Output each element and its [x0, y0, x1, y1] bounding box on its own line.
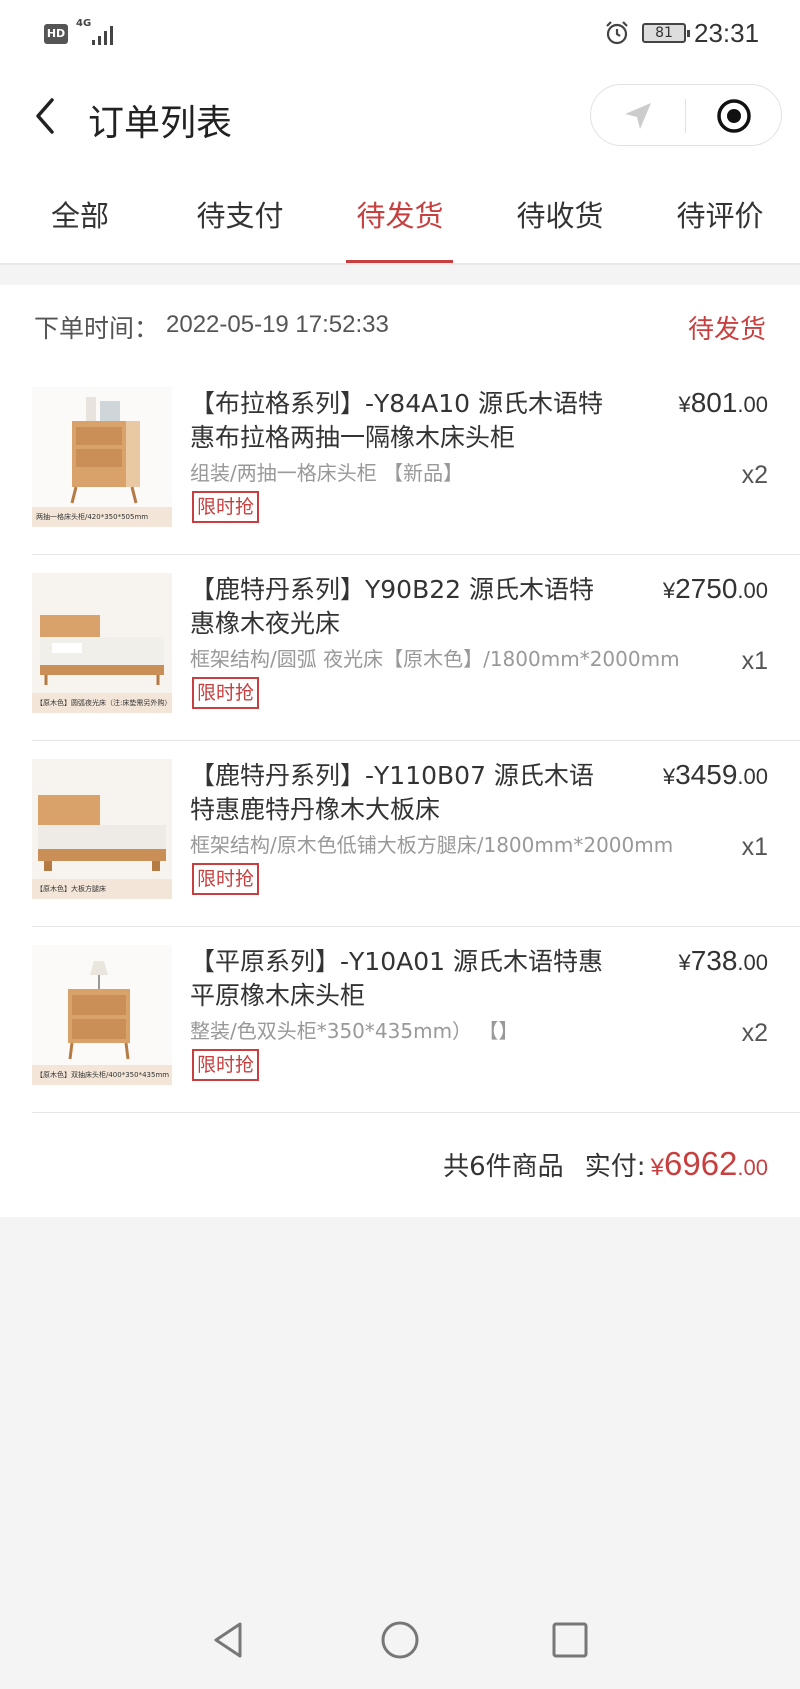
product-image: 【原木色】双抽床头柜/400*350*435mm — [32, 945, 172, 1085]
flash-sale-tag: 限时抢 — [192, 491, 260, 523]
order-time-label: 下单时间： — [34, 314, 160, 343]
alarm-icon — [606, 21, 628, 45]
item-title: 【平原系列】-Y10A01 源氏木语特惠平原橡木床头柜 — [190, 947, 603, 1010]
item-count: 共6件商品 — [443, 1152, 564, 1182]
network-type: 4G — [76, 18, 92, 29]
flash-sale-tag: 限时抢 — [192, 863, 260, 895]
capsule-divider — [685, 99, 686, 133]
product-image: 【原木色】圆弧夜光床（注:床垫需另外购） — [32, 573, 172, 713]
thumb-caption: 【原木色】圆弧夜光床（注:床垫需另外购） — [32, 693, 172, 713]
order-status: 待发货 — [687, 315, 766, 345]
tab-pending-review[interactable]: 待评价 — [655, 193, 785, 235]
tab-all[interactable]: 全部 — [15, 193, 145, 235]
nav-home-circle-icon[interactable] — [378, 1618, 422, 1662]
item-price: ¥801.00 — [678, 387, 768, 418]
item-spec: 组装/两抽一格床头柜 【新品】 — [190, 461, 464, 485]
status-bar: HD 4G 81 23:31 — [0, 0, 800, 70]
paid-label: 实付: — [584, 1152, 646, 1182]
item-spec: 框架结构/圆弧 夜光床【原木色】/1800mm*2000mm — [190, 647, 680, 671]
total-price: ¥6962.00 — [650, 1145, 768, 1182]
system-navigation-bar — [0, 1600, 800, 1689]
cellular-signal-icon: 4G — [76, 18, 116, 46]
item-quantity: x2 — [741, 461, 768, 489]
nav-header: 订单列表 — [0, 70, 800, 165]
item-title: 【布拉格系列】-Y84A10 源氏木语特惠布拉格两抽一隔橡木床头柜 — [190, 389, 603, 452]
order-item[interactable]: 【原木色】大板方腿床 【鹿特丹系列】-Y110B07 源氏木语特惠鹿特丹橡木大板… — [32, 741, 800, 927]
item-quantity: x1 — [741, 833, 768, 861]
order-item[interactable]: 【原木色】圆弧夜光床（注:床垫需另外购） 【鹿特丹系列】Y90B22 源氏木语特… — [32, 555, 800, 741]
order-summary: 共6件商品 实付: ¥6962.00 — [443, 1145, 768, 1183]
thumb-caption: 【原木色】双抽床头柜/400*350*435mm — [32, 1065, 172, 1085]
product-image: 【原木色】大板方腿床 — [32, 759, 172, 899]
close-target-icon[interactable] — [715, 97, 753, 135]
clock: 23:31 — [694, 18, 760, 48]
item-quantity: x2 — [741, 1019, 768, 1047]
tab-pending-shipment[interactable]: 待发货 — [335, 193, 465, 235]
nav-recents-square-icon[interactable] — [548, 1618, 592, 1662]
item-spec: 整装/色双头柜*350*435mm） 【】 — [190, 1019, 519, 1043]
order-status-tabs: 全部 待支付 待发货 待收货 待评价 — [0, 165, 800, 265]
active-tab-indicator — [346, 260, 453, 263]
flash-sale-tag: 限时抢 — [192, 1049, 260, 1081]
tab-pending-payment[interactable]: 待支付 — [175, 193, 305, 235]
item-quantity: x1 — [741, 647, 768, 675]
flash-sale-tag: 限时抢 — [192, 677, 260, 709]
thumb-caption: 两抽一格床头柜/420*350*505mm — [32, 507, 172, 527]
product-image: 两抽一格床头柜/420*350*505mm — [32, 387, 172, 527]
item-price: ¥3459.00 — [662, 759, 768, 790]
back-arrow-icon[interactable] — [30, 94, 60, 138]
item-price: ¥738.00 — [678, 945, 768, 976]
item-price: ¥2750.00 — [662, 573, 768, 604]
thumb-caption: 【原木色】大板方腿床 — [32, 879, 172, 899]
item-title: 【鹿特丹系列】Y90B22 源氏木语特惠橡木夜光床 — [190, 575, 594, 638]
location-arrow-icon[interactable] — [621, 99, 655, 133]
mini-program-capsule — [590, 84, 782, 146]
order-item[interactable]: 【原木色】双抽床头柜/400*350*435mm 【平原系列】-Y10A01 源… — [32, 927, 800, 1113]
item-title: 【鹿特丹系列】-Y110B07 源氏木语特惠鹿特丹橡木大板床 — [190, 761, 594, 824]
page-title: 订单列表 — [88, 103, 233, 144]
order-time-value: 2022-05-19 17:52:33 — [166, 311, 389, 338]
tab-pending-receipt[interactable]: 待收货 — [495, 193, 625, 235]
battery-indicator: 81 — [642, 23, 690, 43]
hd-badge: HD — [44, 24, 68, 44]
nav-back-triangle-icon[interactable] — [206, 1618, 250, 1662]
order-card[interactable]: 下单时间： 2022-05-19 17:52:33 待发货 两抽一格床头柜/42… — [0, 285, 800, 1217]
item-spec: 框架结构/原木色低铺大板方腿床/1800mm*2000mm — [190, 833, 674, 857]
order-item[interactable]: 两抽一格床头柜/420*350*505mm 【布拉格系列】-Y84A10 源氏木… — [32, 369, 800, 555]
